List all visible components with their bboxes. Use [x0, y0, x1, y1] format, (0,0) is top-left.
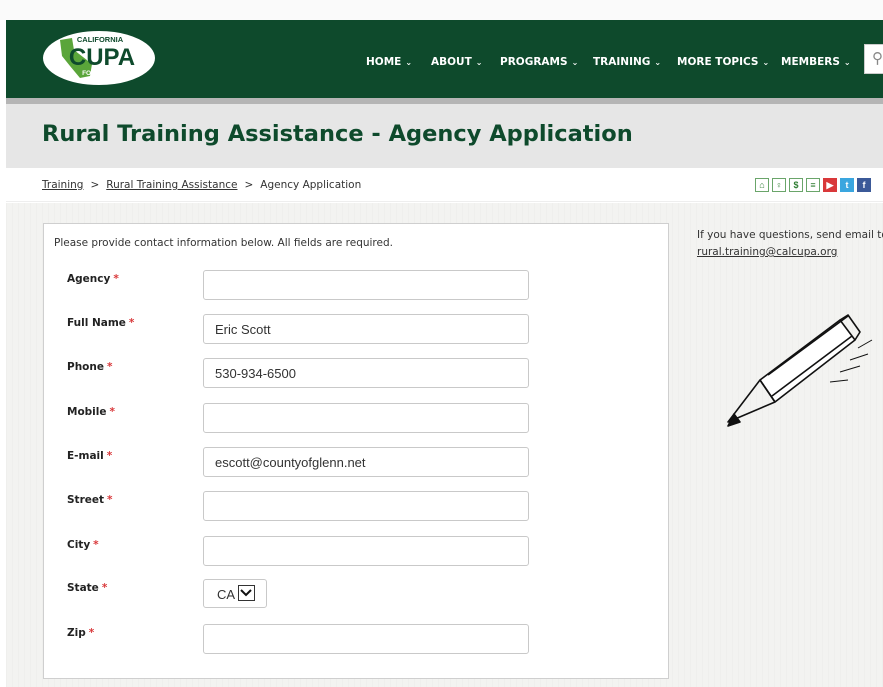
- cart-icon[interactable]: ≡: [806, 178, 820, 192]
- chevron-down-icon: ⌄: [405, 58, 413, 67]
- facebook-icon[interactable]: f: [857, 178, 871, 192]
- page-title: Rural Training Assistance - Agency Appli…: [42, 121, 633, 147]
- breadcrumb-rural-training-link[interactable]: Rural Training Assistance: [106, 179, 237, 191]
- breadcrumb-separator: >: [90, 179, 100, 191]
- nav-more-topics-label: MORE TOPICS: [677, 56, 759, 68]
- required-mark: *: [106, 450, 113, 462]
- street-label: Street *: [67, 494, 113, 506]
- breadcrumb: Training > Rural Training Assistance > Agenc…: [42, 179, 361, 191]
- phone-label-text: Phone: [67, 361, 104, 373]
- required-mark: *: [88, 627, 95, 639]
- twitter-icon[interactable]: t: [840, 178, 854, 192]
- nav-training[interactable]: TRAINING ⌄: [593, 56, 661, 68]
- zip-label: Zip *: [67, 627, 94, 639]
- sidebar-email-link[interactable]: rural.training@calcupa.org: [697, 246, 837, 258]
- chevron-down-icon: ⌄: [571, 58, 579, 67]
- city-label: City *: [67, 539, 99, 551]
- street-label-text: Street: [67, 494, 105, 506]
- required-mark: *: [93, 539, 99, 551]
- email-label-text: E-mail: [67, 450, 104, 462]
- user-icon[interactable]: ♀: [772, 178, 786, 192]
- street-input[interactable]: [203, 491, 529, 521]
- mobile-label: Mobile *: [67, 406, 115, 418]
- breadcrumb-bar: Training > Rural Training Assistance > Agenc…: [6, 168, 883, 202]
- chevron-down-icon: ⌄: [475, 58, 483, 67]
- state-label: State *: [67, 582, 107, 594]
- email-label: E-mail *: [67, 450, 112, 462]
- top-strip: [0, 0, 883, 20]
- full-name-label: Full Name *: [67, 317, 134, 329]
- site-header: CALIFORNIA CUPA FORUM HOME ⌄ ABOUT ⌄ PROGR…: [6, 20, 883, 98]
- cupa-logo[interactable]: CALIFORNIA CUPA FORUM: [40, 28, 158, 88]
- state-label-text: State: [67, 582, 99, 594]
- pencil-illustration: [727, 314, 873, 427]
- nav-programs-label: PROGRAMS: [500, 56, 568, 68]
- logo-top-text: CALIFORNIA: [77, 35, 124, 44]
- dollar-icon[interactable]: $: [789, 178, 803, 192]
- mobile-label-text: Mobile: [67, 406, 107, 418]
- required-mark: *: [109, 406, 116, 418]
- agency-label: Agency *: [67, 273, 119, 285]
- zip-label-text: Zip: [67, 627, 86, 639]
- nav-programs[interactable]: PROGRAMS ⌄: [500, 56, 578, 68]
- nav-members-label: MEMBERS: [781, 56, 840, 68]
- required-mark: *: [106, 361, 113, 373]
- breadcrumb-current: Agency Application: [260, 179, 362, 191]
- chevron-down-icon: ⌄: [843, 58, 851, 67]
- breadcrumb-training-link[interactable]: Training: [42, 179, 83, 191]
- mobile-input[interactable]: [203, 403, 529, 433]
- full-name-input[interactable]: [203, 314, 529, 344]
- required-mark: *: [107, 494, 113, 506]
- nav-training-label: TRAINING: [593, 56, 651, 68]
- required-mark: *: [101, 582, 108, 594]
- agency-application-form: Please provide contact information below…: [43, 223, 669, 679]
- required-mark: *: [113, 273, 119, 285]
- required-mark: *: [128, 317, 135, 329]
- nav-members[interactable]: MEMBERS ⌄: [781, 56, 851, 68]
- city-input[interactable]: [203, 536, 529, 566]
- chevron-down-icon: ⌄: [654, 58, 662, 67]
- logo-bottom-text: FORUM: [82, 70, 106, 77]
- phone-label: Phone *: [67, 361, 112, 373]
- breadcrumb-separator: >: [244, 179, 254, 191]
- nav-about[interactable]: ABOUT ⌄: [431, 56, 482, 68]
- zip-input[interactable]: [203, 624, 529, 654]
- youtube-icon[interactable]: ▶: [823, 178, 837, 192]
- nav-home[interactable]: HOME ⌄: [366, 56, 412, 68]
- sidebar-help-text: If you have questions, send email to: [697, 229, 883, 241]
- sidebar-contact: If you have questions, send email to rur…: [697, 227, 883, 261]
- logo-main-text: CUPA: [69, 44, 135, 71]
- state-select[interactable]: CA: [203, 579, 267, 608]
- chevron-down-icon: ⌄: [762, 58, 770, 67]
- full-name-label-text: Full Name: [67, 317, 126, 329]
- title-band: Rural Training Assistance - Agency Appli…: [6, 104, 883, 168]
- form-intro: Please provide contact information below…: [54, 237, 393, 249]
- agency-label-text: Agency: [67, 273, 111, 285]
- agency-input[interactable]: [203, 270, 529, 300]
- dropdown-button[interactable]: [238, 585, 255, 601]
- email-input[interactable]: [203, 447, 529, 477]
- nav-about-label: ABOUT: [431, 56, 472, 68]
- city-label-text: City: [67, 539, 91, 551]
- nav-more-topics[interactable]: MORE TOPICS ⌄: [677, 56, 769, 68]
- state-select-value: CA: [217, 587, 236, 602]
- chevron-down-icon: [240, 589, 252, 597]
- home-icon[interactable]: ⌂: [755, 178, 769, 192]
- nav-home-label: HOME: [366, 56, 402, 68]
- phone-input[interactable]: [203, 358, 529, 388]
- search-icon: ⚲: [872, 50, 883, 67]
- search-button[interactable]: ⚲: [864, 44, 883, 74]
